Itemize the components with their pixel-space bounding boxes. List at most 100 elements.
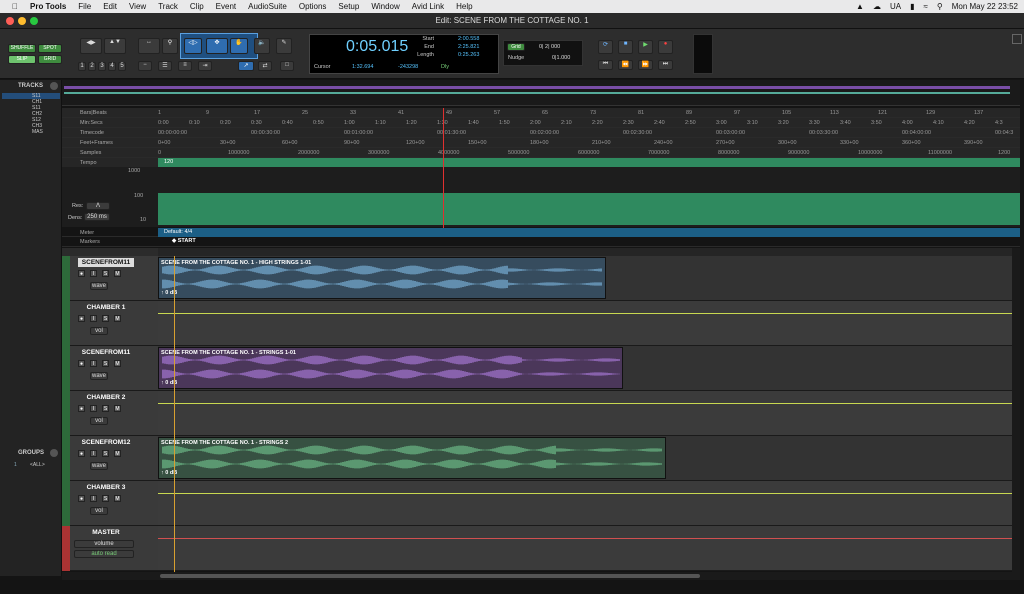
menu-view[interactable]: View	[129, 2, 146, 11]
volume-automation-line[interactable]	[158, 538, 1012, 539]
track-lane[interactable]	[158, 391, 1012, 436]
search-icon[interactable]: ⚲	[937, 2, 943, 11]
track-view-selector[interactable]: wave	[90, 282, 108, 290]
menu-track[interactable]: Track	[158, 2, 178, 11]
clock[interactable]: Mon May 22 23:52	[952, 2, 1018, 11]
tempo-lane[interactable]	[158, 158, 1020, 167]
track-view-selector[interactable]: wave	[90, 372, 108, 380]
menu-edit[interactable]: Edit	[103, 2, 117, 11]
link-icon[interactable]: ≡	[178, 61, 192, 71]
tracks-menu-icon[interactable]	[50, 82, 58, 90]
track-header[interactable]: SCENEFROM12 ● I S Mwave	[70, 436, 158, 481]
track-header[interactable]: CHAMBER 2 ● I S Mvol	[70, 391, 158, 436]
track-view-selector[interactable]: wave	[90, 462, 108, 470]
nudge-label[interactable]: Nudge	[508, 55, 524, 61]
groups-menu-icon[interactable]	[50, 449, 58, 457]
zoom-toggle-icon[interactable]: ↔	[138, 38, 160, 54]
expand-icon[interactable]: −	[138, 61, 152, 71]
solo-button[interactable]: S	[102, 450, 109, 457]
tempo-graph[interactable]	[158, 193, 1020, 225]
zoom-preset-5[interactable]: 5	[118, 62, 126, 71]
pencil-tool-icon[interactable]: ✎	[276, 38, 292, 54]
track-lane[interactable]	[158, 481, 1012, 526]
volume-automation-line[interactable]	[158, 493, 1012, 494]
meter-value[interactable]: Default: 4/4	[164, 229, 192, 235]
zoom-preset-3[interactable]: 3	[98, 62, 106, 71]
tab-icon[interactable]: ⇥	[198, 61, 212, 71]
zoom-out-icon[interactable]: ◀▶	[80, 38, 102, 54]
grid-value[interactable]: 0| 2| 000	[539, 44, 560, 50]
battery-icon[interactable]: ▮	[910, 2, 914, 11]
zoomer-tool-icon[interactable]: ⚲	[162, 38, 178, 54]
track-name[interactable]: SCENEFROM11	[78, 258, 134, 267]
smart-tool-icon[interactable]: ✥	[206, 38, 228, 54]
mute-button[interactable]: M	[114, 450, 121, 457]
stop-icon[interactable]: ■	[618, 40, 633, 54]
selection-length[interactable]: 0:25.263	[458, 52, 479, 58]
cycle-tool-icon[interactable]: ⇄	[258, 61, 272, 71]
zoom-preset-1[interactable]: 1	[78, 62, 86, 71]
solo-button[interactable]: S	[102, 270, 109, 277]
keyboard-focus-icon[interactable]: □	[280, 61, 294, 71]
input-monitor-button[interactable]: I	[90, 495, 97, 502]
track-view-selector[interactable]: vol	[90, 507, 108, 515]
record-arm-button[interactable]: ●	[78, 270, 85, 277]
zoom-preset-4[interactable]: 4	[108, 62, 116, 71]
audio-clip[interactable]: SCENE FROM THE COTTAGE NO. 1 - STRINGS 1…	[158, 347, 623, 389]
solo-button[interactable]: S	[102, 495, 109, 502]
play-icon[interactable]: ▶	[638, 40, 653, 54]
menu-app[interactable]: Pro Tools	[30, 2, 66, 11]
track-view-selector[interactable]: vol	[90, 417, 108, 425]
selection-end[interactable]: 2:25.821	[458, 44, 479, 50]
track-lane[interactable]: SCENE FROM THE COTTAGE NO. 1 - HIGH STRI…	[158, 256, 1012, 301]
apple-icon[interactable]: 	[12, 2, 18, 11]
fast-forward-icon[interactable]: ⏩	[638, 60, 653, 70]
record-icon[interactable]: ●	[658, 40, 673, 54]
nudge-value[interactable]: 0|1.000	[552, 55, 570, 61]
menu-audiosuite[interactable]: AudioSuite	[248, 2, 287, 11]
scrubber-tool-icon[interactable]: 🔈	[254, 38, 270, 54]
record-arm-button[interactable]: ●	[78, 495, 85, 502]
locale-indicator[interactable]: UA	[890, 2, 901, 11]
record-arm-button[interactable]: ●	[78, 450, 85, 457]
automation-mode-selector[interactable]: auto read	[74, 550, 134, 558]
spot-mode-button[interactable]: SPOT	[38, 44, 62, 53]
track-header[interactable]: CHAMBER 1 ● I S Mvol	[70, 301, 158, 346]
group-all[interactable]: <ALL>	[30, 462, 45, 468]
record-arm-button[interactable]: ●	[78, 405, 85, 412]
marker-start[interactable]: ◆ START	[172, 238, 196, 244]
menu-file[interactable]: File	[78, 2, 91, 11]
track-view-selector[interactable]: vol	[90, 327, 108, 335]
selector-tool-icon[interactable]: ↗	[238, 61, 254, 71]
go-to-end-icon[interactable]: ⏭	[658, 60, 673, 70]
track-name[interactable]: MASTER	[78, 528, 134, 537]
master-view-selector[interactable]: volume	[74, 540, 134, 548]
audio-clip[interactable]: SCENE FROM THE COTTAGE NO. 1 - STRINGS 2…	[158, 437, 666, 479]
input-monitor-button[interactable]: I	[90, 270, 97, 277]
markers-ruler[interactable]: Markers	[62, 237, 1020, 247]
track-name[interactable]: CHAMBER 1	[78, 303, 134, 312]
mute-button[interactable]: M	[114, 360, 121, 367]
volume-automation-line[interactable]	[158, 403, 1012, 404]
rewind-to-start-icon[interactable]: ⏮	[598, 60, 613, 70]
menu-setup[interactable]: Setup	[338, 2, 359, 11]
main-counter[interactable]: 0:05.015	[346, 38, 408, 56]
dens-selector[interactable]: 250 ms	[84, 213, 110, 221]
tempo-value[interactable]: 120	[164, 159, 173, 165]
menu-avid-link[interactable]: Avid Link	[412, 2, 444, 11]
mute-button[interactable]: M	[114, 315, 121, 322]
track-header[interactable]: MASTER volume auto read	[70, 526, 158, 571]
status-icon[interactable]: ▲	[856, 2, 864, 11]
menu-options[interactable]: Options	[299, 2, 327, 11]
zoom-window-button[interactable]	[30, 17, 38, 25]
slip-mode-button[interactable]: SLIP	[8, 55, 36, 64]
trim-tool-icon[interactable]: ◁▷	[184, 38, 202, 54]
cloud-icon[interactable]: ☁	[873, 2, 881, 11]
track-name[interactable]: SCENEFROM12	[78, 438, 134, 447]
menu-clip[interactable]: Clip	[190, 2, 204, 11]
solo-button[interactable]: S	[102, 405, 109, 412]
volume-automation-line[interactable]	[158, 313, 1012, 314]
track-lane[interactable]: SCENE FROM THE COTTAGE NO. 1 - STRINGS 1…	[158, 346, 1012, 391]
minimize-window-button[interactable]	[18, 17, 26, 25]
grid-label[interactable]: Grid	[507, 43, 525, 51]
